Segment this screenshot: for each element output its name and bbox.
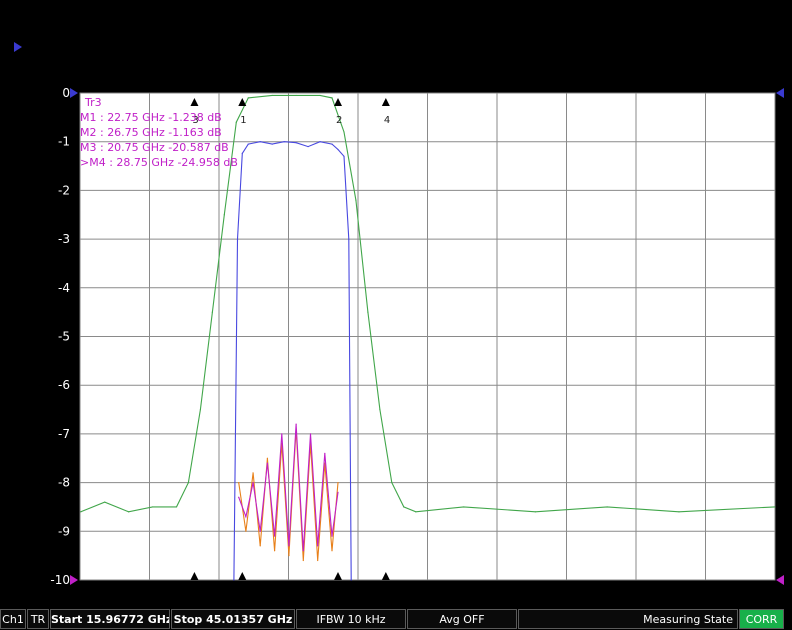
data-point xyxy=(295,142,297,144)
marker-flag-label: 1 xyxy=(240,115,246,126)
y-tick-label: -7 xyxy=(58,427,70,441)
data-point xyxy=(199,408,202,411)
data-point xyxy=(324,452,326,454)
data-point xyxy=(302,559,304,562)
data-point xyxy=(175,506,178,508)
data-point xyxy=(606,506,608,508)
marker-flag-label: 4 xyxy=(384,115,390,126)
y-tick-label: -6 xyxy=(58,378,70,392)
data-point xyxy=(534,511,536,513)
data-point xyxy=(259,141,261,143)
data-point xyxy=(281,433,283,435)
data-point xyxy=(266,457,269,459)
y-tick-label: 0 xyxy=(62,86,70,100)
y-tick-label: -1 xyxy=(58,135,70,149)
ifbw-setting[interactable]: IFBW 10 kHz xyxy=(296,609,406,629)
data-point xyxy=(273,550,276,552)
data-point xyxy=(151,506,154,508)
data-point xyxy=(343,155,345,157)
channel-indicator[interactable]: Ch1 xyxy=(0,609,26,629)
data-point xyxy=(678,511,680,513)
measurement-diagram[interactable]: 0-1-2-3-4-5-6-7-8-9-10 1 23 4 Tr3 M1 : 22.… xyxy=(0,0,792,608)
data-point xyxy=(271,143,273,145)
y-tick-label: -8 xyxy=(58,476,70,490)
data-point xyxy=(223,214,225,216)
data-point xyxy=(367,311,369,313)
data-point xyxy=(337,491,339,493)
data-point xyxy=(80,511,82,513)
data-point xyxy=(238,496,240,498)
data-point xyxy=(245,516,247,518)
data-point xyxy=(331,550,333,552)
data-point xyxy=(283,141,285,143)
data-point xyxy=(104,501,106,503)
y-tick-label: -9 xyxy=(58,524,70,538)
averaging-setting[interactable]: Avg OFF xyxy=(407,609,517,629)
data-point xyxy=(319,94,321,97)
data-point xyxy=(774,506,776,508)
data-point xyxy=(379,408,381,411)
marker-row-m2: M2 : 26.75 GHz -1.163 dB xyxy=(80,126,222,139)
data-point xyxy=(187,482,190,484)
data-point xyxy=(331,143,333,145)
data-point xyxy=(266,462,269,464)
data-point xyxy=(252,472,254,474)
y-tick-label: -2 xyxy=(58,183,70,197)
y-tick-label: -3 xyxy=(58,232,70,246)
correction-badge[interactable]: CORR xyxy=(739,609,784,629)
data-point xyxy=(235,121,237,123)
data-point xyxy=(211,311,213,313)
data-point xyxy=(245,530,247,532)
data-point xyxy=(233,579,235,581)
data-point xyxy=(307,145,309,148)
data-point xyxy=(288,545,290,547)
data-point xyxy=(259,545,261,547)
data-point xyxy=(295,94,297,97)
y-tick-label: -4 xyxy=(58,281,70,295)
data-point xyxy=(415,511,417,513)
data-point xyxy=(317,559,319,562)
data-point xyxy=(128,511,130,513)
data-point xyxy=(259,530,261,532)
data-point xyxy=(350,579,352,581)
data-point xyxy=(391,482,393,484)
start-frequency[interactable]: Start 15.96772 GHz xyxy=(50,609,170,629)
data-point xyxy=(337,148,339,151)
data-point xyxy=(247,143,249,145)
data-point xyxy=(247,97,249,99)
data-point xyxy=(252,482,254,484)
data-point xyxy=(273,535,276,537)
marker-row-m3: M3 : 20.75 GHz -20.587 dB xyxy=(80,141,229,154)
y-tick-label: -5 xyxy=(58,330,70,344)
data-point xyxy=(238,482,240,484)
data-point xyxy=(331,97,333,99)
y-tick-label: -10 xyxy=(50,573,70,587)
marker-row-m1: M1 : 22.75 GHz -1.238 dB xyxy=(80,111,222,124)
data-point xyxy=(348,238,350,240)
data-point xyxy=(295,423,297,425)
data-point xyxy=(463,506,465,508)
mode-indicator[interactable]: TR xyxy=(27,609,49,629)
status-bar: Ch1 TR Start 15.96772 GHz Stop 45.01357 … xyxy=(0,608,792,630)
marker-flag-label: 2 xyxy=(336,115,342,126)
data-point xyxy=(317,545,319,547)
data-point xyxy=(337,482,339,484)
data-point xyxy=(319,141,321,143)
marker-row-m4: >M4 : 28.75 GHz -24.958 dB xyxy=(80,156,238,169)
data-point xyxy=(355,199,357,201)
data-point xyxy=(271,94,273,97)
data-point xyxy=(302,550,304,552)
measuring-state: Measuring State xyxy=(518,609,738,629)
marker-trace-label: Tr3 xyxy=(84,96,102,109)
data-point xyxy=(309,433,312,435)
data-point xyxy=(403,506,405,508)
data-point xyxy=(343,131,345,133)
data-point xyxy=(236,238,239,240)
data-point xyxy=(241,152,243,154)
data-point xyxy=(288,555,290,557)
stop-frequency[interactable]: Stop 45.01357 GHz xyxy=(171,609,295,629)
data-point xyxy=(331,535,333,537)
